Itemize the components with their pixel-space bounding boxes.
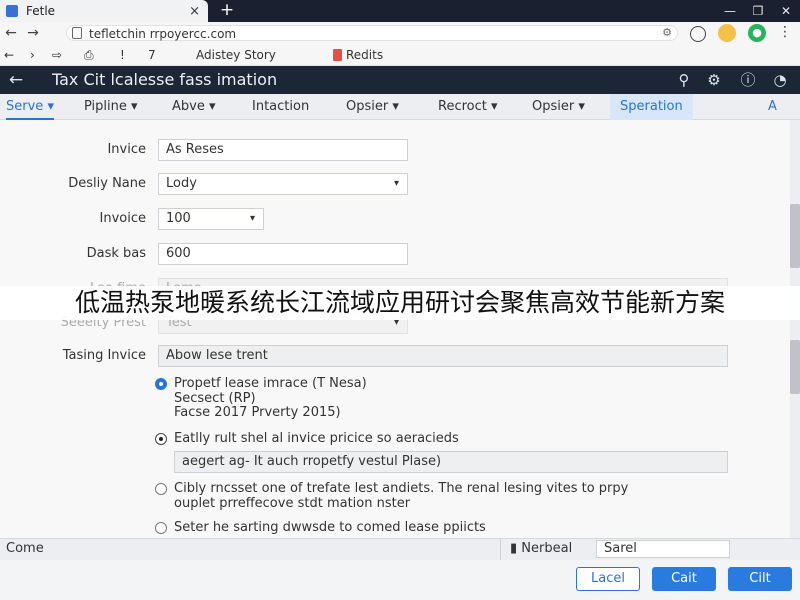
scrollbar[interactable] <box>790 120 800 538</box>
menu-item-serve[interactable]: Serve ▾ <box>6 94 54 120</box>
radio-option-label: Cibly rncsset one of trefate lest andiet… <box>174 481 629 496</box>
minimize-icon[interactable]: — <box>716 0 744 22</box>
menu-item-opsier-2[interactable]: Opsier ▾ <box>532 94 585 120</box>
new-tab-button[interactable]: + <box>216 0 238 22</box>
menu-item-intaction[interactable]: Intaction <box>252 94 309 120</box>
select-value: 100 <box>166 211 191 226</box>
field-label: Invice <box>107 142 146 157</box>
history-icon[interactable]: ◔ <box>768 66 792 94</box>
radio-option-3[interactable] <box>155 483 167 495</box>
field-label: Desliy Nane <box>68 176 146 191</box>
radio-option-label: Eatlly rult shel al invice pricice so ae… <box>174 431 459 446</box>
radio-option-label: Facse 2017 Prverty 2015) <box>174 405 341 420</box>
tasing-invice-input[interactable]: Abow lese trent <box>158 345 728 367</box>
invice-input[interactable]: As Reses <box>158 139 408 161</box>
overlay-caption: 低温热泵地暖系统长江流域应用研讨会聚焦高效节能新方案 <box>0 286 800 320</box>
field-label: Dask bas <box>86 246 146 261</box>
status-item: ▮ Nerbeal <box>510 538 572 560</box>
chevron-down-icon: ▾ <box>249 213 255 224</box>
menu-item-pipline[interactable]: Pipline ▾ <box>84 94 138 120</box>
scrollbar-thumb[interactable] <box>790 204 800 268</box>
select-value: Lody <box>166 176 197 191</box>
field-label: Invoice <box>99 211 146 226</box>
dask-bas-input[interactable]: 600 <box>158 243 408 265</box>
lock-icon <box>72 27 82 39</box>
profile-icon[interactable]: ● <box>748 24 766 42</box>
chevron-down-icon: ▾ <box>393 178 399 189</box>
close-window-icon[interactable]: ✕ <box>772 0 800 22</box>
menu-item-opsier[interactable]: Opsier ▾ <box>346 94 399 120</box>
radio-option-label: Seter he sarting dwwsde to comed lease p… <box>174 520 486 535</box>
save-button[interactable]: Cait <box>652 567 716 591</box>
bookmark-forward-icon[interactable]: › <box>30 44 35 66</box>
translate-icon[interactable]: ⚙ <box>658 24 676 42</box>
menu-item-recroct[interactable]: Recroct ▾ <box>438 94 498 120</box>
radio-option-label: ouplet prreffecove stdt mation nster <box>174 496 411 511</box>
maximize-icon[interactable]: ❐ <box>744 0 772 22</box>
bookmark-back-icon[interactable]: ← <box>4 44 14 66</box>
bookmark-favicon-icon <box>333 49 342 61</box>
search-icon[interactable]: ⚲ <box>672 66 696 94</box>
bookmark-item[interactable]: Adistey Story <box>196 44 276 66</box>
extension-icon[interactable] <box>718 24 736 42</box>
bookmark-item[interactable]: Redits <box>346 44 383 66</box>
settings-icon[interactable]: ⚙ <box>702 66 726 94</box>
confirm-button[interactable]: Cilt <box>728 567 792 591</box>
info-icon[interactable]: ⓘ <box>736 66 760 94</box>
page-title: Tax Cit lcalesse fass imation <box>52 70 278 89</box>
power-icon[interactable] <box>690 26 706 42</box>
invoice-select[interactable]: 100 ▾ <box>158 208 264 230</box>
tab-close-icon[interactable]: × <box>189 4 200 19</box>
back-icon[interactable]: ← <box>0 25 22 41</box>
desliy-name-select[interactable]: Lody ▾ <box>158 173 408 195</box>
tab-favicon-icon <box>6 5 18 17</box>
menu-item-abve[interactable]: Abve ▾ <box>172 94 216 120</box>
browser-tab[interactable]: Fetle × <box>0 0 208 22</box>
option-detail-input[interactable]: aegert ag- It auch rropetfy vestul Plase… <box>174 451 728 473</box>
radio-option-label: Propetf lease imrace (T Nesa) <box>174 376 367 391</box>
app-back-icon[interactable]: ← <box>4 66 28 94</box>
radio-option-label: Secsect (RP) <box>174 391 256 406</box>
status-label: Nerbeal <box>521 541 573 556</box>
bookmark-item[interactable]: ! <box>120 44 125 66</box>
status-icon: ▮ <box>510 541 518 556</box>
radio-option-4[interactable] <box>155 522 167 534</box>
status-input[interactable]: Sarel <box>596 540 730 558</box>
radio-option-1[interactable] <box>155 378 167 390</box>
bookmark-item[interactable]: ⎙ <box>84 44 94 66</box>
tab-title: Fetle <box>26 4 56 18</box>
scrollbar-thumb[interactable] <box>790 340 800 394</box>
status-divider <box>500 538 501 560</box>
forward-icon[interactable]: → <box>22 25 44 41</box>
bookmark-item[interactable]: ⇨ <box>52 44 62 66</box>
menu-item-speration[interactable]: Speration <box>610 94 693 120</box>
menu-item-a[interactable]: A <box>768 94 777 120</box>
radio-option-2[interactable] <box>155 433 167 445</box>
status-text: Come <box>6 541 44 556</box>
bookmark-item[interactable]: 7 <box>148 44 156 66</box>
field-label: Tasing Invice <box>62 348 146 363</box>
menu-icon[interactable]: ⋮ <box>778 24 792 40</box>
url-input[interactable]: tefletchin rrpoyercc.com <box>66 25 678 41</box>
cancel-button[interactable]: Lacel <box>576 567 640 591</box>
